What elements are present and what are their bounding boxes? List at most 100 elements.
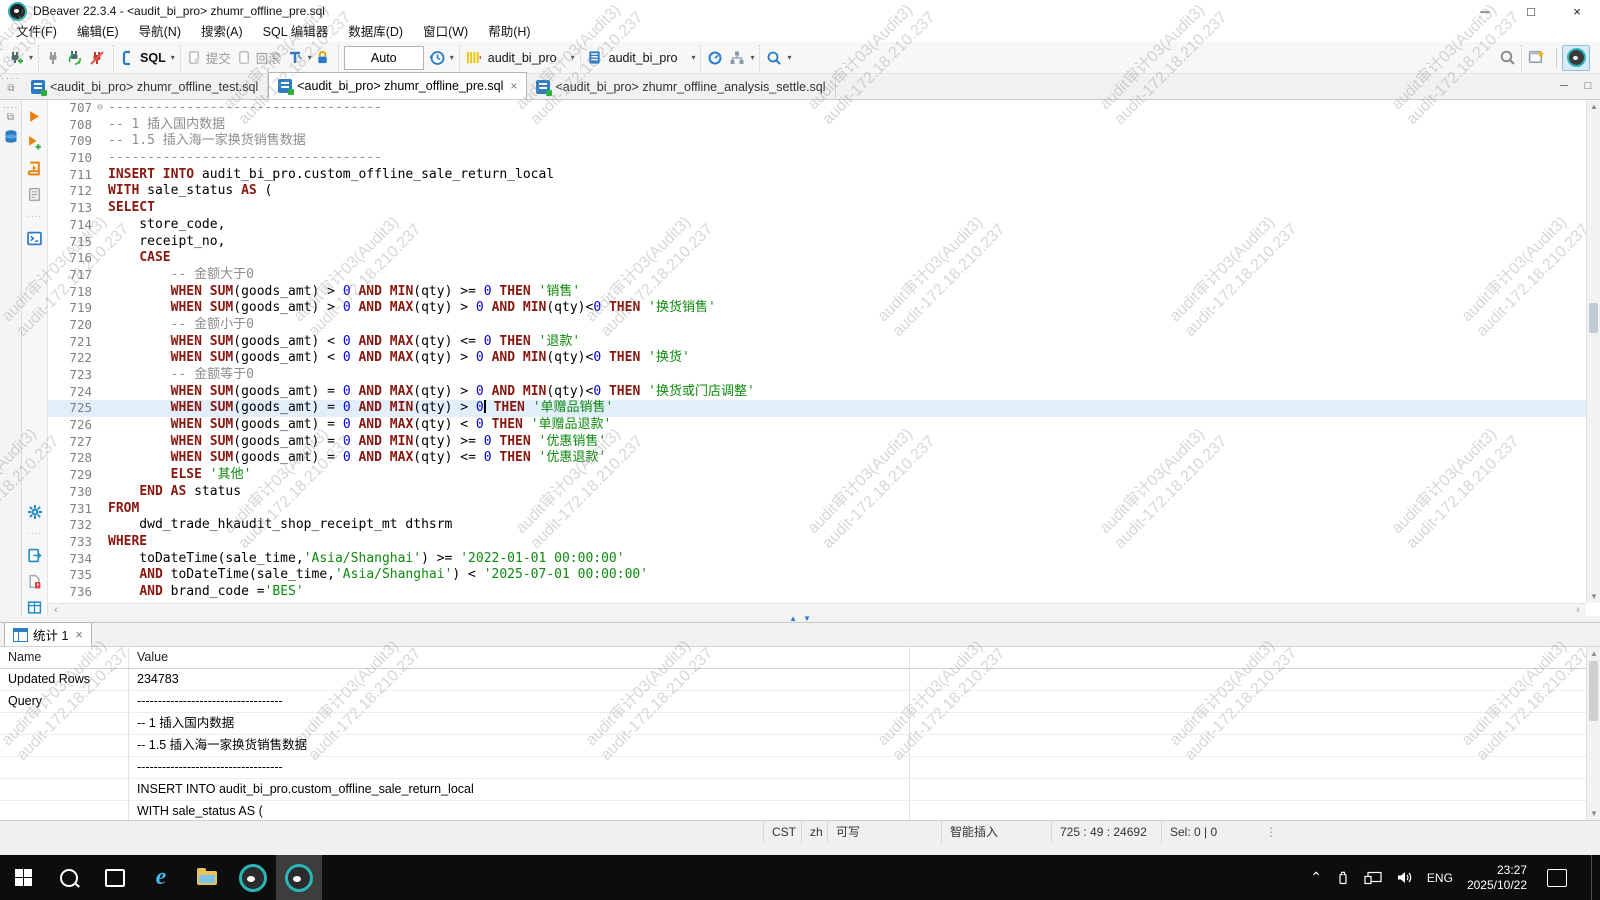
start-button[interactable] <box>0 855 46 900</box>
chevron-down-icon[interactable]: ▾ <box>787 53 791 62</box>
code-line[interactable]: 713SELECT <box>48 200 1600 217</box>
editor-tab-overflow[interactable]: ···· ⧉ <box>0 73 22 99</box>
close-icon[interactable]: × <box>75 628 82 642</box>
code-line[interactable]: 717 -- 金额大于0 <box>48 267 1600 284</box>
new-connection-button[interactable] <box>5 46 27 70</box>
code-line[interactable]: 708-- 1 插入国内数据 <box>48 117 1600 134</box>
code-line[interactable]: 711INSERT INTO audit_bi_pro.custom_offli… <box>48 167 1600 184</box>
code-line[interactable]: 726 WHEN SUM(goods_amt) = 0 AND MAX(qty)… <box>48 417 1600 434</box>
lock-icon[interactable] <box>312 46 333 70</box>
table-row[interactable]: Query----------------------------------- <box>0 691 1586 713</box>
editor-tab-0[interactable]: <audit_bi_pro> zhumr_offline_test.sql <box>22 74 268 99</box>
vertical-scrollbar[interactable]: ▲ ▼ <box>1586 100 1600 603</box>
menu-item-2[interactable]: 导航(N) <box>129 22 191 42</box>
export-result-button[interactable] <box>26 547 43 564</box>
code-line[interactable]: 723 -- 金额等于0 <box>48 367 1600 384</box>
code-area[interactable]: 707⊖-----------------------------------7… <box>48 100 1600 603</box>
explain-plan-button[interactable] <box>26 186 43 203</box>
rollback-button[interactable]: 回滚 <box>234 46 284 70</box>
connect-button[interactable] <box>42 46 64 70</box>
code-line[interactable]: 719 WHEN SUM(goods_amt) > 0 AND MAX(qty)… <box>48 300 1600 317</box>
menu-item-6[interactable]: 窗口(W) <box>413 22 478 42</box>
maximize-view-icon[interactable]: □ <box>1576 80 1600 92</box>
close-icon[interactable]: × <box>510 79 517 93</box>
er-diagram-icon[interactable] <box>726 46 748 70</box>
speaker-icon[interactable] <box>1396 870 1413 885</box>
code-line[interactable]: 712WITH sale_status AS ( <box>48 183 1600 200</box>
code-line[interactable]: 709-- 1.5 插入海一家换货销售数据 <box>48 133 1600 150</box>
input-language-indicator[interactable]: ENG <box>1427 871 1453 885</box>
code-line[interactable]: 716 CASE <box>48 250 1600 267</box>
table-row[interactable]: ----------------------------------- <box>0 757 1586 779</box>
file-explorer-button[interactable] <box>184 855 230 900</box>
sql-search-icon[interactable] <box>763 46 785 70</box>
schema-selector[interactable]: audit_bi_pro <box>609 51 678 65</box>
chevron-down-icon[interactable]: ▾ <box>750 53 754 62</box>
overflow-dots-icon[interactable]: ⋮ <box>1257 821 1285 845</box>
commit-button[interactable]: 提交 <box>184 46 234 70</box>
code-line[interactable]: 724 WHEN SUM(goods_amt) = 0 AND MAX(qty)… <box>48 384 1600 401</box>
panel-vertical-scrollbar[interactable]: ▲ ▼ <box>1586 647 1600 820</box>
sql-editor-button[interactable]: SQL <box>117 46 169 70</box>
code-line[interactable]: 715 receipt_no, <box>48 234 1600 251</box>
execute-statement-button[interactable] <box>26 108 43 125</box>
taskbar-search-button[interactable] <box>46 855 92 900</box>
menu-item-4[interactable]: SQL 编辑器 <box>253 22 339 42</box>
editor-tab-1[interactable]: <audit_bi_pro> zhumr_offline_pre.sql× <box>268 72 527 99</box>
scroll-down-icon[interactable]: ▼ <box>1587 809 1600 818</box>
execute-new-tab-button[interactable] <box>26 134 43 151</box>
dbeaver-taskbar-button[interactable] <box>230 855 276 900</box>
menu-item-1[interactable]: 编辑(E) <box>67 22 129 42</box>
tray-chevron-icon[interactable]: ⌃ <box>1310 869 1322 886</box>
table-row[interactable]: Updated Rows234783 <box>0 669 1586 691</box>
chevron-down-icon[interactable]: ▾ <box>571 53 575 62</box>
status-caret-position[interactable]: 725 : 49 : 24692 <box>1051 821 1161 845</box>
internet-explorer-button[interactable]: e <box>138 855 184 900</box>
sql-code-editor[interactable]: 707⊖-----------------------------------7… <box>48 100 1600 616</box>
chevron-down-icon[interactable]: ▾ <box>29 53 33 62</box>
scroll-left-icon[interactable]: ‹ <box>48 604 64 616</box>
code-line[interactable]: 725 WHEN SUM(goods_amt) = 0 AND MIN(qty)… <box>48 400 1600 417</box>
maximize-icon[interactable]: □ <box>1508 0 1554 22</box>
code-line[interactable]: 735 AND toDateTime(sale_time,'Asia/Shang… <box>48 567 1600 584</box>
code-line[interactable]: 710----------------------------------- <box>48 150 1600 167</box>
save-file-error-icon[interactable] <box>26 573 43 590</box>
action-center-icon[interactable] <box>1547 869 1567 887</box>
grid-results-icon[interactable] <box>26 599 43 616</box>
transaction-log-button[interactable] <box>284 46 306 70</box>
fold-collapse-icon[interactable]: ⊖ <box>92 100 108 117</box>
scroll-down-icon[interactable]: ▼ <box>1587 592 1600 601</box>
code-line[interactable]: 720 -- 金额小于0 <box>48 317 1600 334</box>
tab-statistics[interactable]: 统计 1 × <box>4 622 92 646</box>
menu-item-5[interactable]: 数据库(D) <box>338 22 413 42</box>
history-icon[interactable] <box>426 46 448 70</box>
open-perspective-icon[interactable] <box>1525 46 1548 70</box>
usb-device-icon[interactable] <box>1336 870 1350 885</box>
column-header-name[interactable]: Name <box>0 647 129 668</box>
code-line[interactable]: 721 WHEN SUM(goods_amt) < 0 AND MAX(qty)… <box>48 334 1600 351</box>
table-row[interactable]: -- 1.5 插入海一家换货销售数据 <box>0 735 1586 757</box>
code-line[interactable]: 707⊖----------------------------------- <box>48 100 1600 117</box>
code-line[interactable]: 727 WHEN SUM(goods_amt) = 0 AND MIN(qty)… <box>48 434 1600 451</box>
menu-item-7[interactable]: 帮助(H) <box>478 22 540 42</box>
dashboard-icon[interactable] <box>704 46 726 70</box>
scroll-right-icon[interactable]: › <box>1570 604 1586 616</box>
scrollbar-thumb[interactable] <box>1589 303 1598 333</box>
commit-mode-combo[interactable]: Auto <box>344 46 424 70</box>
editor-tab-2[interactable]: <audit_bi_pro> zhumr_offline_analysis_se… <box>527 74 835 99</box>
code-line[interactable]: 718 WHEN SUM(goods_amt) > 0 AND MIN(qty)… <box>48 284 1600 301</box>
code-line[interactable]: 733WHERE <box>48 534 1600 551</box>
minimize-view-icon[interactable]: ─ <box>1552 80 1576 92</box>
code-line[interactable]: 734 toDateTime(sale_time,'Asia/Shanghai'… <box>48 551 1600 568</box>
dbeaver-active-taskbar-button[interactable] <box>276 855 322 900</box>
minimize-icon[interactable]: ─ <box>1462 0 1508 22</box>
chevron-down-icon[interactable]: ▾ <box>691 53 695 62</box>
code-line[interactable]: 731FROM <box>48 501 1600 518</box>
database-navigator-icon[interactable] <box>3 129 19 145</box>
task-view-button[interactable] <box>92 855 138 900</box>
column-header-value[interactable]: Value <box>129 647 910 668</box>
code-line[interactable]: 729 ELSE '其他' <box>48 467 1600 484</box>
code-line[interactable]: 728 WHEN SUM(goods_amt) = 0 AND MAX(qty)… <box>48 450 1600 467</box>
table-row[interactable]: WITH sale_status AS ( <box>0 801 1586 820</box>
code-line[interactable]: 722 WHEN SUM(goods_amt) < 0 AND MAX(qty)… <box>48 350 1600 367</box>
